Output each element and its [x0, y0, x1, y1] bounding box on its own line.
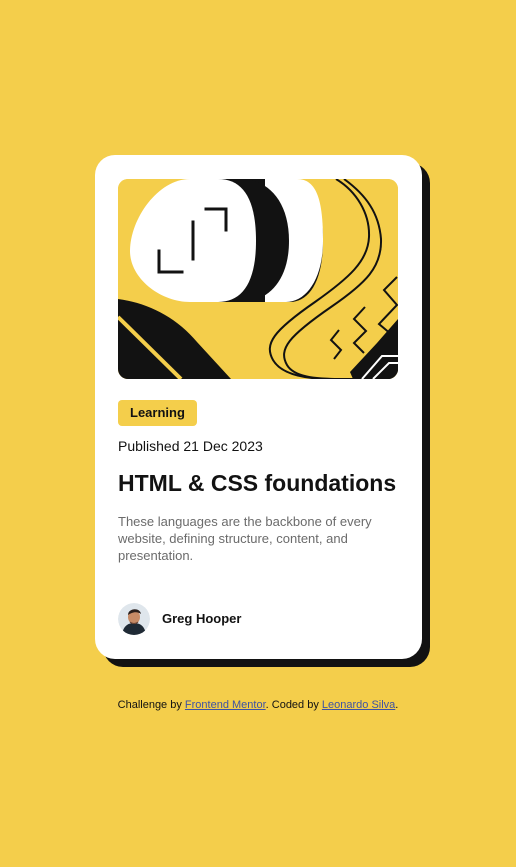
published-date: Published 21 Dec 2023 [118, 438, 263, 454]
attribution: Challenge by Frontend Mentor. Coded by L… [0, 697, 516, 713]
attribution-challenge-text: Challenge by [117, 699, 185, 711]
author: Greg Hooper [118, 603, 241, 635]
card-description: These languages are the backbone of ever… [118, 514, 372, 563]
hero-illustration [118, 179, 398, 379]
attribution-coded-text: . Coded by [265, 699, 322, 711]
author-avatar [118, 603, 150, 635]
avatar-image [118, 603, 150, 635]
illustration-svg [118, 179, 398, 379]
frontend-mentor-link[interactable]: Frontend Mentor [185, 699, 266, 711]
card-title[interactable]: HTML & CSS foundations [118, 466, 396, 500]
leonardo-silva-link[interactable]: Leonardo Silva [322, 699, 395, 711]
blog-preview-card: Learning Published 21 Dec 2023 HTML & CS… [95, 155, 422, 659]
attribution-suffix: . [395, 699, 399, 711]
category-tag: Learning [118, 400, 197, 426]
author-name: Greg Hooper [162, 611, 242, 626]
